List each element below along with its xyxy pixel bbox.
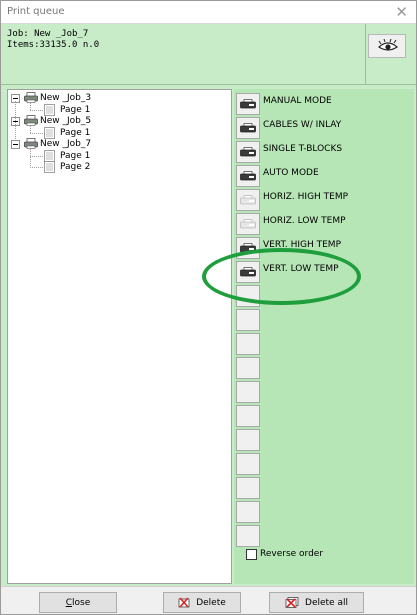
tree-page-label: Page 1 bbox=[60, 104, 91, 115]
mode-slot-button[interactable] bbox=[236, 165, 260, 187]
close-window-icon[interactable]: ✕ bbox=[395, 3, 408, 21]
reverse-order-box[interactable] bbox=[246, 549, 257, 560]
tree-connector bbox=[30, 155, 43, 157]
delete-all-icon bbox=[285, 597, 299, 608]
printer-icon bbox=[24, 115, 38, 130]
tree-connector bbox=[30, 167, 43, 168]
mode-label: SINGLE T-BLOCKS bbox=[263, 144, 343, 154]
print-mode-panel: MANUAL MODE CABLES W/ INLAY SINGLE T-BLOCK… bbox=[234, 89, 414, 584]
mode-slot-button[interactable] bbox=[236, 141, 260, 163]
mode-slot-button[interactable] bbox=[236, 117, 260, 139]
empty-mode-slot[interactable] bbox=[236, 333, 260, 355]
page-icon bbox=[44, 161, 55, 177]
delete-icon bbox=[178, 597, 190, 608]
empty-mode-slot[interactable] bbox=[236, 357, 260, 379]
tree-job-label: New _Job_5 bbox=[40, 116, 92, 126]
tree-page-label: Page 1 bbox=[60, 150, 91, 161]
mode-slot-button[interactable] bbox=[236, 237, 260, 259]
reverse-order-label: Reverse order bbox=[260, 549, 324, 559]
job-items-text: Items:33135.0 n.0 bbox=[7, 40, 100, 50]
close-button-label: Close bbox=[65, 597, 91, 608]
window-title: Print queue bbox=[7, 6, 65, 17]
delete-all-button[interactable]: Delete all bbox=[269, 592, 364, 613]
tree-connector bbox=[30, 103, 31, 110]
tree-page-label: Page 2 bbox=[60, 162, 91, 172]
empty-mode-slot[interactable] bbox=[236, 309, 260, 331]
tree-page-label: Page 1 bbox=[60, 127, 91, 138]
tree-connector bbox=[30, 149, 31, 168]
tree-connector bbox=[30, 132, 43, 134]
tree-connector bbox=[30, 126, 31, 133]
mode-label: CABLES W/ INLAY bbox=[263, 120, 342, 130]
tree-job-label: New _Job_3 bbox=[40, 93, 92, 103]
delete-button[interactable]: Delete bbox=[163, 592, 241, 613]
mode-label: HORIZ. HIGH TEMP bbox=[263, 192, 349, 202]
empty-mode-slot[interactable] bbox=[236, 429, 260, 451]
tree-connector bbox=[15, 101, 16, 139]
preview-button[interactable] bbox=[368, 34, 406, 58]
mode-slot-button[interactable] bbox=[236, 261, 260, 283]
delete-button-label: Delete bbox=[196, 597, 226, 608]
print-queue-window: Print queue ✕ Job: New _Job_7 Items:3313… bbox=[0, 0, 417, 615]
mode-label: HORIZ. LOW TEMP bbox=[263, 216, 346, 226]
eye-preview-icon bbox=[378, 39, 398, 51]
printer-icon bbox=[24, 92, 38, 107]
job-tree[interactable]: New _Job_3 Page 1 New _Job_5 Page 1 New _Job… bbox=[7, 89, 232, 584]
job-info-panel: Job: New _Job_7 Items:33135.0 n.0 bbox=[1, 24, 416, 85]
bottom-button-bar: Close Delete Delete all bbox=[1, 586, 416, 614]
mode-label: AUTO MODE bbox=[263, 168, 319, 178]
close-button[interactable]: Close bbox=[39, 592, 117, 613]
mode-slot-button[interactable] bbox=[236, 93, 260, 115]
mode-label: VERT. HIGH TEMP bbox=[263, 240, 341, 250]
info-divider bbox=[365, 24, 366, 84]
mode-slot-button[interactable] bbox=[236, 213, 260, 235]
empty-mode-slot[interactable] bbox=[236, 525, 260, 547]
tree-job-label: New _Job_7 bbox=[40, 139, 92, 149]
empty-mode-slot[interactable] bbox=[236, 477, 260, 499]
job-name-text: Job: New _Job_7 bbox=[7, 29, 89, 39]
empty-mode-slot[interactable] bbox=[236, 381, 260, 403]
tree-connector bbox=[30, 109, 43, 111]
empty-mode-slot[interactable] bbox=[236, 285, 260, 307]
mode-label: MANUAL MODE bbox=[263, 96, 332, 106]
empty-mode-slot[interactable] bbox=[236, 405, 260, 427]
collapse-toggle-icon[interactable] bbox=[11, 140, 20, 149]
mode-label: VERT. LOW TEMP bbox=[263, 264, 339, 274]
empty-mode-slot[interactable] bbox=[236, 453, 260, 475]
printer-icon bbox=[24, 138, 38, 153]
title-bar: Print queue ✕ bbox=[1, 1, 416, 24]
empty-mode-slot[interactable] bbox=[236, 501, 260, 523]
mode-slot-button[interactable] bbox=[236, 189, 260, 211]
delete-all-button-label: Delete all bbox=[305, 597, 348, 608]
